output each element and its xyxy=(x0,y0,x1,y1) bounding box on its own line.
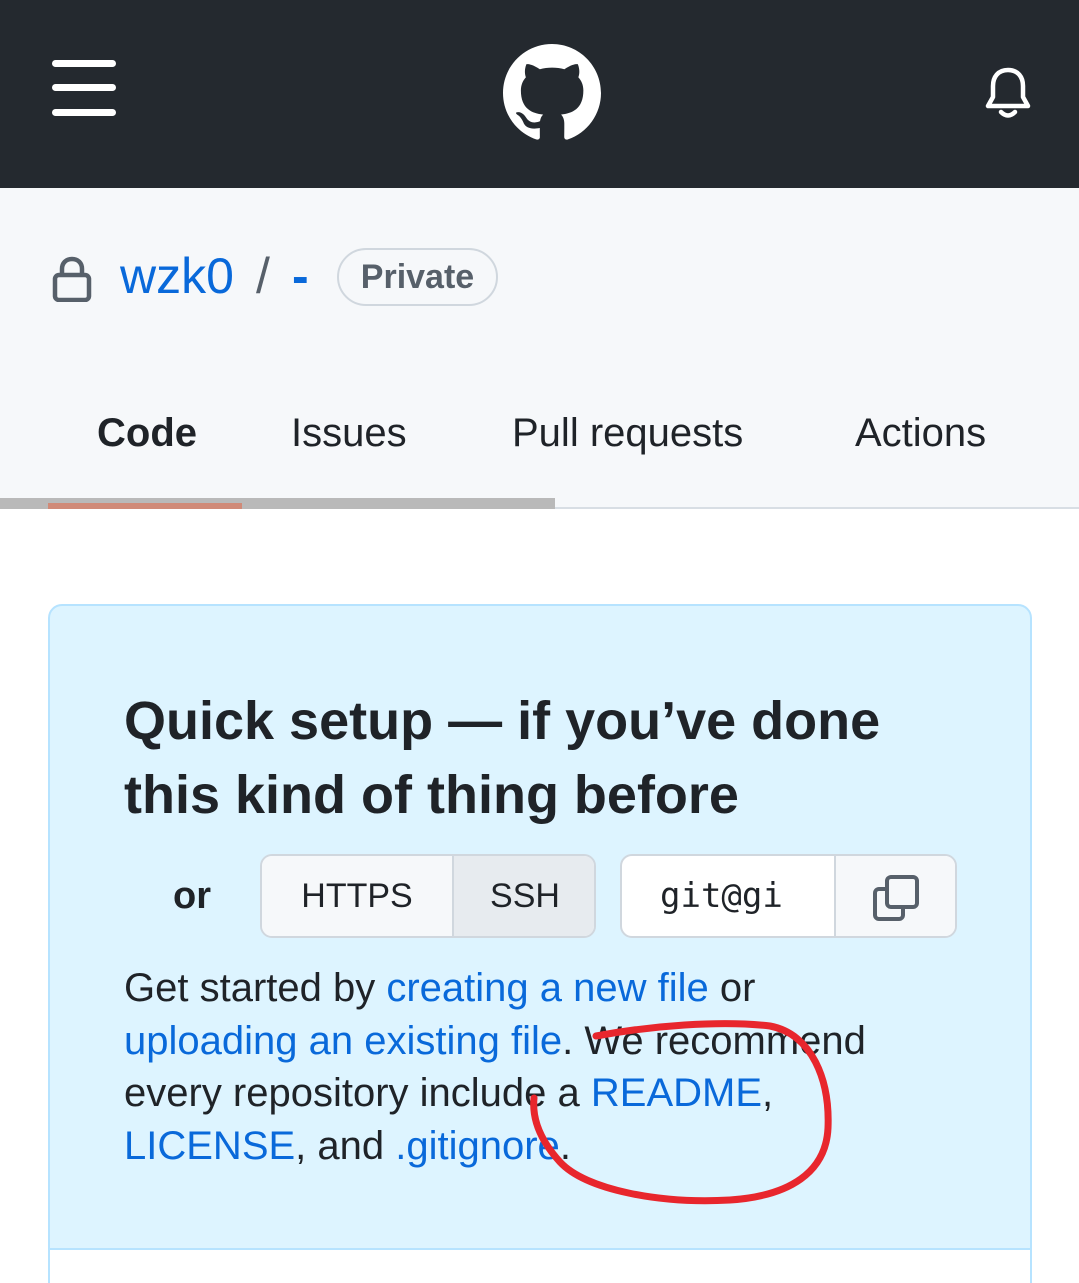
copy-icon xyxy=(873,875,919,921)
repo-name-link[interactable]: - xyxy=(292,246,309,306)
tab-issues[interactable]: Issues xyxy=(291,406,407,460)
https-button[interactable]: HTTPS xyxy=(262,856,452,936)
hamburger-menu-icon[interactable] xyxy=(52,60,116,116)
or-label: or xyxy=(173,875,211,917)
intro-prefix: Get started by xyxy=(124,966,387,1010)
clone-url-input[interactable]: git@gi xyxy=(622,856,834,936)
intro-suffix: . xyxy=(559,1123,571,1168)
tab-code[interactable]: Code xyxy=(97,406,197,460)
license-link[interactable]: LICENSE xyxy=(124,1124,295,1168)
clone-url-group: git@gi xyxy=(620,854,957,938)
intro-or: or xyxy=(708,966,756,1010)
quick-setup-title: Quick setup — if you’ve done this kind o… xyxy=(124,691,881,825)
tab-actions[interactable]: Actions xyxy=(855,406,986,460)
quick-setup-next-section xyxy=(50,1248,1030,1283)
bell-icon[interactable] xyxy=(984,66,1032,120)
selected-tab-indicator xyxy=(48,503,242,509)
repo-owner-link[interactable]: wzk0 xyxy=(120,246,234,306)
protocol-toggle: HTTPS SSH xyxy=(260,854,596,938)
getting-started-text: Get started by creating a new file or up… xyxy=(124,962,924,1172)
repo-header xyxy=(0,188,1079,508)
lock-icon xyxy=(52,256,92,302)
intro-and: , and xyxy=(295,1123,396,1168)
github-logo-icon[interactable] xyxy=(503,44,601,142)
creating-new-file-link[interactable]: creating a new file xyxy=(386,966,708,1010)
uploading-existing-file-link[interactable]: uploading an existing file xyxy=(124,1019,562,1063)
copy-button[interactable] xyxy=(834,856,955,936)
ssh-button[interactable]: SSH xyxy=(452,856,594,936)
intro-comma: , xyxy=(762,1071,774,1115)
readme-link[interactable]: README xyxy=(591,1071,762,1115)
repo-path-separator: / xyxy=(256,248,270,304)
gitignore-link[interactable]: .gitignore xyxy=(395,1124,560,1168)
top-header xyxy=(0,0,1079,188)
tab-pull-requests[interactable]: Pull requests xyxy=(512,406,743,460)
visibility-badge: Private xyxy=(337,248,498,306)
